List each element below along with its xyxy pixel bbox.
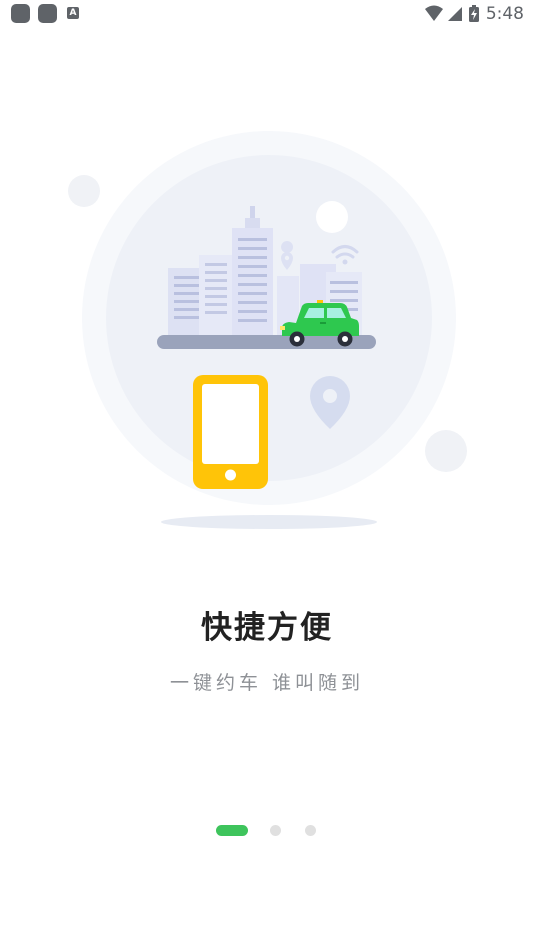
ground-shadow xyxy=(161,515,377,529)
small-bubble-right xyxy=(425,430,467,472)
onboarding-title: 快捷方便 xyxy=(201,610,333,646)
page-dot-active[interactable] xyxy=(216,825,248,836)
white-dot xyxy=(316,201,348,233)
page-indicator xyxy=(0,824,534,836)
onboarding-illustration xyxy=(68,131,467,529)
small-bubble-left xyxy=(68,175,100,207)
smartphone-icon xyxy=(193,375,268,489)
page-dot[interactable] xyxy=(305,825,316,836)
page-dot[interactable] xyxy=(270,825,281,836)
onboarding-subtitle: 一键约车 谁叫随到 xyxy=(169,672,365,694)
